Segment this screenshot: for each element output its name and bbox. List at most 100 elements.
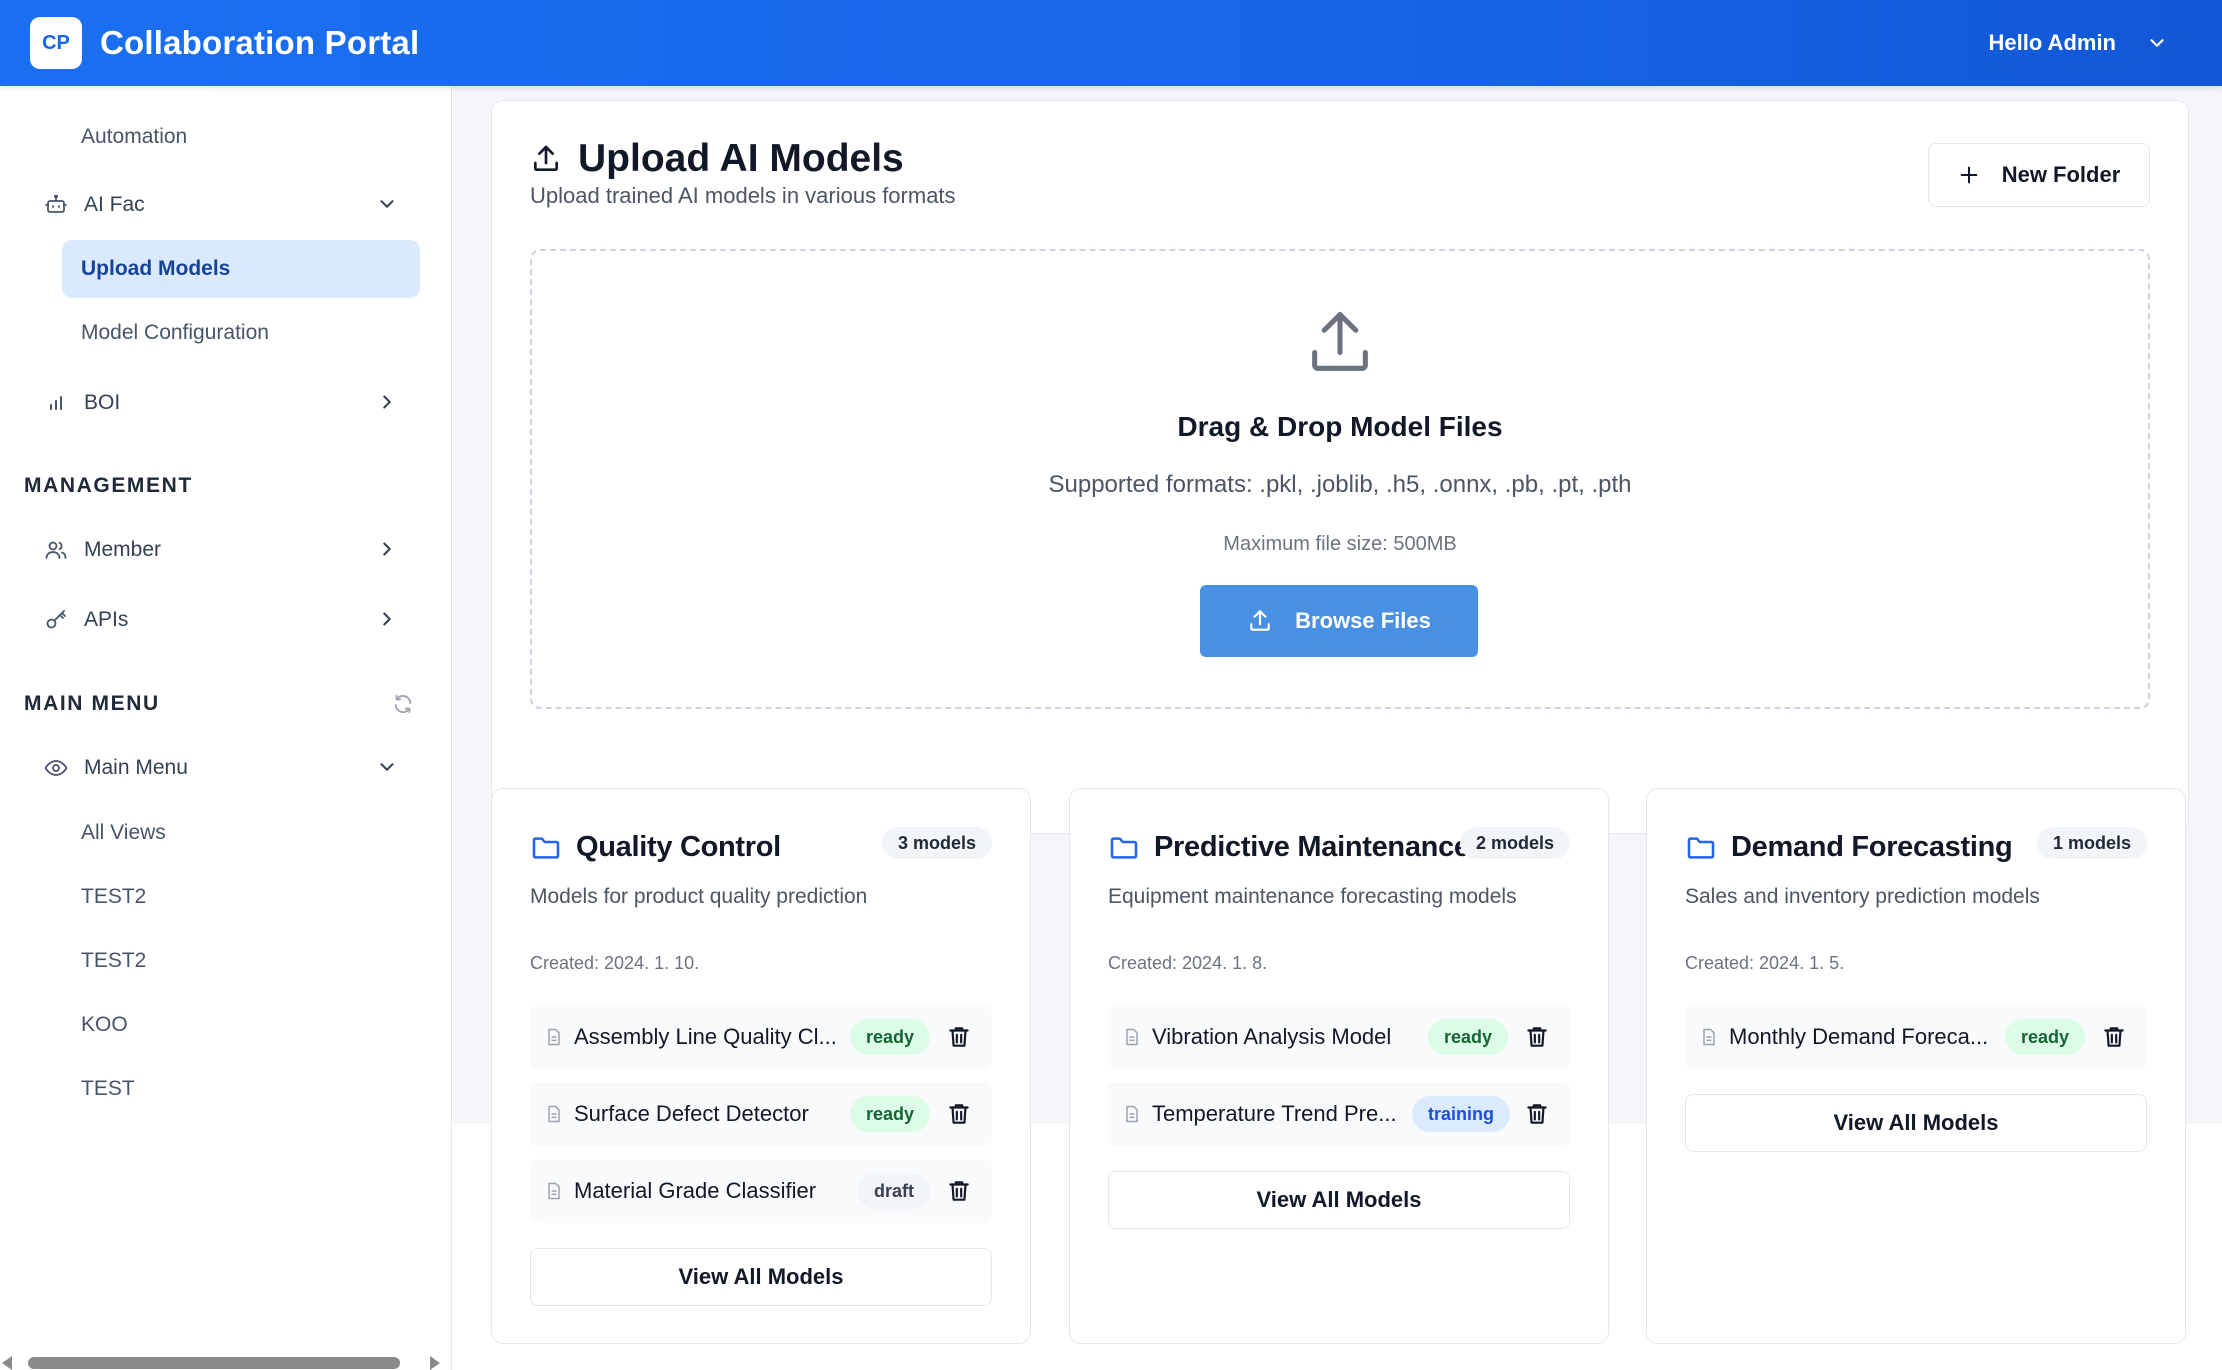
file-dropzone[interactable]: Drag & Drop Model Files Supported format…: [530, 249, 2150, 709]
sidebar-item-main-menu[interactable]: Main Menu: [28, 739, 420, 797]
sidebar-item-label: TEST: [81, 1077, 135, 1100]
sidebar-item-label: Main Menu: [84, 756, 188, 779]
folder-card: Demand Forecasting 1 models Sales and in…: [1646, 788, 2186, 1344]
sidebar-item-label: TEST2: [81, 885, 147, 908]
sidebar-item-member[interactable]: Member: [28, 521, 420, 579]
chevron-right-icon: [383, 612, 391, 626]
sidebar-item-view[interactable]: TEST2: [62, 932, 420, 990]
sidebar-item-upload-models[interactable]: Upload Models: [62, 240, 420, 298]
view-all-models-button[interactable]: View All Models: [1685, 1094, 2147, 1152]
upload-icon: [534, 145, 558, 171]
chevron-right-icon: [383, 395, 391, 409]
trash-icon[interactable]: [1524, 1024, 1550, 1050]
app-title: Collaboration Portal: [100, 24, 420, 61]
sidebar: Automation AI Fac Upload Models Model Co…: [0, 86, 452, 1370]
file-icon: [548, 1182, 560, 1200]
sidebar-item-label: KOO: [81, 1013, 128, 1036]
upload-icon: [1250, 610, 1270, 631]
sidebar-item-boi[interactable]: BOI: [28, 374, 420, 432]
folder-header[interactable]: Quality Control: [530, 831, 781, 864]
main-content: Upload AI Models Upload trained AI model…: [453, 86, 2222, 1370]
scrollbar-thumb[interactable]: [28, 1357, 400, 1369]
model-name: Surface Defect Detector: [574, 1101, 809, 1126]
sidebar-horizontal-scrollbar[interactable]: [0, 1352, 452, 1370]
sidebar-item-label: TEST2: [81, 949, 147, 972]
sidebar-item-view[interactable]: TEST2: [62, 868, 420, 926]
file-icon: [1126, 1028, 1138, 1046]
file-icon: [548, 1105, 560, 1123]
sidebar-item-label: All Views: [81, 821, 166, 844]
status-badge: ready: [2004, 1019, 2085, 1055]
app-logo: CP: [30, 17, 82, 69]
supported-formats: Supported formats: .pkl, .joblib, .h5, .…: [1048, 471, 1632, 498]
scroll-left-arrow-icon[interactable]: [2, 1356, 12, 1370]
trash-icon[interactable]: [946, 1024, 972, 1050]
model-row[interactable]: Vibration Analysis Model ready: [1108, 1005, 1570, 1069]
robot-icon: [28, 193, 84, 217]
trash-icon[interactable]: [2101, 1024, 2127, 1050]
status-badge: training: [1412, 1096, 1510, 1132]
folder-created-date: Created: 2024. 1. 10.: [530, 953, 700, 973]
folder-name: Quality Control: [576, 831, 781, 863]
sidebar-item-view[interactable]: KOO: [62, 996, 420, 1054]
folder-icon: [1110, 836, 1138, 859]
status-badge: ready: [849, 1096, 930, 1132]
model-row[interactable]: Surface Defect Detector ready: [530, 1082, 992, 1146]
folder-name: Predictive Maintenance: [1154, 831, 1470, 863]
status-badge: draft: [858, 1173, 930, 1209]
sidebar-item-view[interactable]: All Views: [62, 804, 420, 862]
folder-icon: [1687, 836, 1715, 859]
sidebar-item-label: BOI: [84, 391, 121, 414]
trash-icon[interactable]: [946, 1178, 972, 1204]
model-row[interactable]: Monthly Demand Foreca... ready: [1685, 1005, 2147, 1069]
view-all-models-button[interactable]: View All Models: [530, 1248, 992, 1306]
model-name: Temperature Trend Pre...: [1152, 1101, 1397, 1126]
bar-chart-icon: [28, 391, 84, 415]
folder-card: Quality Control 3 models Models for prod…: [491, 788, 1031, 1344]
model-name: Vibration Analysis Model: [1152, 1024, 1392, 1049]
folder-icon: [532, 836, 560, 859]
sidebar-item-label: Model Configuration: [81, 321, 269, 344]
scroll-right-arrow-icon[interactable]: [430, 1356, 440, 1370]
trash-icon[interactable]: [1524, 1101, 1550, 1127]
sidebar-item-label: Upload Models: [81, 257, 231, 280]
sidebar-item-label: Member: [84, 538, 162, 561]
page-title-row: Upload AI Models: [530, 137, 904, 181]
sidebar-item-model-configuration[interactable]: Model Configuration: [62, 304, 420, 362]
page-subtitle: Upload trained AI models in various form…: [530, 183, 956, 208]
folder-card: Predictive Maintenance 2 models Equipmen…: [1069, 788, 1609, 1344]
view-all-models-button[interactable]: View All Models: [1108, 1171, 1570, 1229]
file-icon: [548, 1028, 560, 1046]
upload-card: Upload AI Models Upload trained AI model…: [491, 100, 2189, 834]
folder-header[interactable]: Demand Forecasting: [1685, 831, 2013, 864]
sidebar-item-ai-fac[interactable]: AI Fac: [28, 176, 420, 234]
status-badge: ready: [1427, 1019, 1508, 1055]
model-row[interactable]: Assembly Line Quality Cl... ready: [530, 1005, 992, 1069]
sidebar-item-apis[interactable]: APIs: [28, 591, 420, 649]
sidebar-item-automation[interactable]: Automation: [62, 108, 420, 166]
section-title-management: MANAGEMENT: [24, 474, 193, 497]
folder-created-date: Created: 2024. 1. 5.: [1685, 953, 1845, 973]
folder-header[interactable]: Predictive Maintenance: [1108, 831, 1470, 864]
trash-icon[interactable]: [946, 1101, 972, 1127]
key-icon: [28, 608, 84, 632]
user-menu[interactable]: Hello Admin: [1988, 30, 2168, 56]
new-folder-label: New Folder: [2001, 162, 2121, 187]
model-count-badge: 1 models: [2036, 827, 2147, 859]
refresh-icon[interactable]: [392, 693, 414, 715]
chevron-down-icon: [380, 763, 394, 771]
brand[interactable]: CP Collaboration Portal: [30, 17, 419, 69]
model-row[interactable]: Temperature Trend Pre... training: [1108, 1082, 1570, 1146]
browse-files-button[interactable]: Browse Files: [1200, 585, 1478, 657]
dropzone-title: Drag & Drop Model Files: [1177, 411, 1503, 442]
folder-created-date: Created: 2024. 1. 8.: [1108, 953, 1268, 973]
chevron-down-icon: [2150, 39, 2164, 47]
max-file-size: Maximum file size: 500MB: [1223, 533, 1457, 555]
sidebar-item-view[interactable]: TEST: [62, 1060, 420, 1118]
model-row[interactable]: Material Grade Classifier draft: [530, 1159, 992, 1223]
section-title-main-menu: MAIN MENU: [24, 692, 160, 715]
new-folder-button[interactable]: New Folder: [1928, 143, 2150, 207]
users-icon: [28, 538, 84, 562]
status-badge: ready: [849, 1019, 930, 1055]
page-title: Upload AI Models: [578, 137, 904, 180]
